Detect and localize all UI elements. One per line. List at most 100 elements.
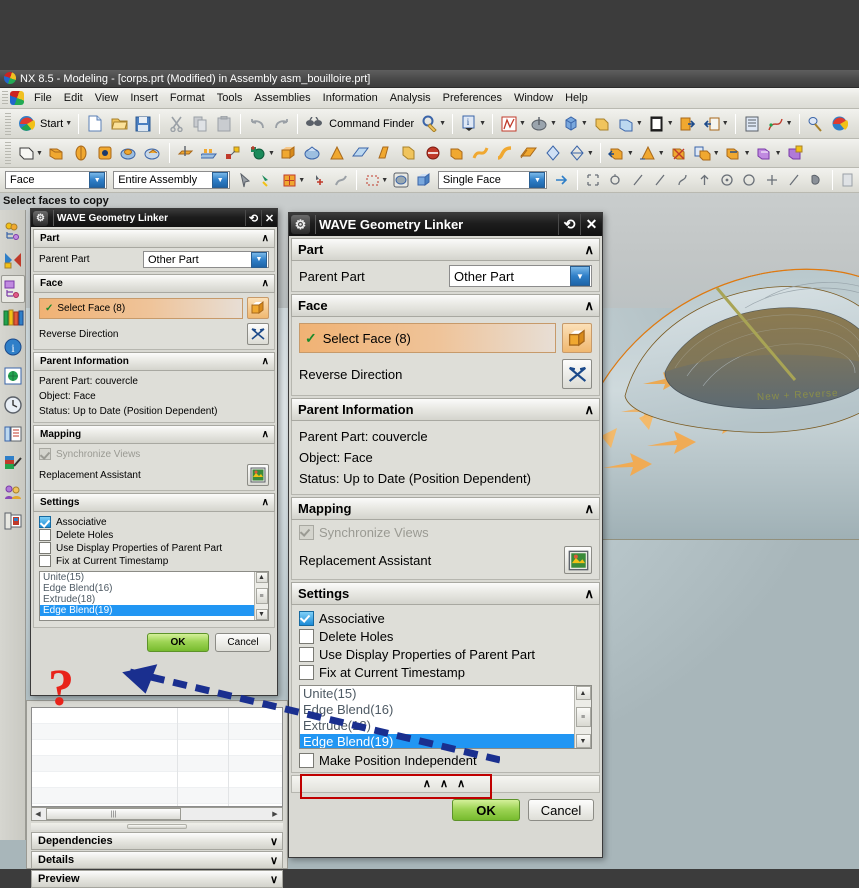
table-row[interactable] bbox=[32, 788, 282, 804]
sketch-plane-icon[interactable] bbox=[15, 142, 37, 164]
wave-geometry-linker-dialog-small[interactable]: ⚙ WAVE Geometry Linker ⟲ ✕ Part ∧ Parent… bbox=[30, 208, 278, 696]
command-finder-icon[interactable] bbox=[303, 113, 325, 135]
shell-icon[interactable] bbox=[591, 113, 613, 135]
trim-body-icon[interactable] bbox=[422, 142, 444, 164]
toolbar-grip[interactable] bbox=[5, 142, 11, 164]
checkbox-row-fix-at-current-timestamp[interactable]: Fix at Current Timestamp bbox=[39, 555, 269, 567]
standard-toolbar[interactable]: Start ▼ Command Finder ▼ i ▼ ▼ ▼ ▼ ▼ ▼ ▼… bbox=[0, 109, 859, 139]
shell-icon-2[interactable] bbox=[398, 142, 420, 164]
menubar-grip[interactable] bbox=[2, 90, 8, 106]
exit-chevron-down-icon[interactable]: ▼ bbox=[722, 120, 729, 127]
sidebar-item-part-navigator[interactable] bbox=[1, 275, 25, 303]
menu-item-insert[interactable]: Insert bbox=[124, 90, 164, 106]
sidebar-item-history[interactable] bbox=[1, 391, 25, 419]
replace-face-icon[interactable] bbox=[723, 142, 745, 164]
datum-chevron-down-icon[interactable]: ▼ bbox=[550, 120, 557, 127]
quick-pick-icon[interactable] bbox=[308, 169, 328, 191]
listbox-scrollbar[interactable]: ▲ ≡ ▼ bbox=[254, 572, 268, 620]
customize-chevron-down-icon[interactable]: ▼ bbox=[439, 120, 446, 127]
menu-item-assemblies[interactable]: Assemblies bbox=[248, 90, 316, 106]
snap-center-icon[interactable] bbox=[717, 169, 737, 191]
menu-item-help[interactable]: Help bbox=[559, 90, 594, 106]
arrow-down-icon[interactable]: ▼ bbox=[255, 609, 268, 620]
chevron-down-icon[interactable]: ▼ bbox=[251, 251, 267, 268]
toolbar-grip[interactable] bbox=[5, 112, 11, 135]
curve-analysis-icon[interactable] bbox=[765, 113, 787, 135]
snap-tool-icon[interactable] bbox=[331, 169, 351, 191]
layer-icon[interactable] bbox=[615, 113, 637, 135]
snap-face-icon[interactable] bbox=[806, 169, 826, 191]
list-item[interactable]: Edge Blend(16) bbox=[40, 583, 268, 594]
sidebar-item-html-help[interactable]: i bbox=[1, 333, 25, 361]
chevron-down-icon[interactable]: ▼ bbox=[658, 150, 665, 157]
reset-icon[interactable]: ⟲ bbox=[558, 214, 580, 235]
resize-blend-icon[interactable] bbox=[637, 142, 659, 164]
chevron-down-icon[interactable]: ▼ bbox=[212, 172, 229, 188]
snap-line2-icon[interactable] bbox=[650, 169, 670, 191]
cut-icon[interactable] bbox=[165, 113, 187, 135]
menu-bar[interactable]: File Edit View Insert Format Tools Assem… bbox=[0, 88, 859, 109]
section-preview[interactable]: Preview ∨ bbox=[31, 870, 283, 888]
menu-item-tools[interactable]: Tools bbox=[211, 90, 249, 106]
chevron-up-icon[interactable]: ∧ bbox=[262, 356, 269, 367]
delete-face-icon[interactable] bbox=[668, 142, 690, 164]
block-icon[interactable] bbox=[278, 142, 300, 164]
chevron-down-icon[interactable]: ▼ bbox=[381, 177, 388, 184]
fix-at-current-timestamp-checkbox[interactable] bbox=[39, 555, 51, 567]
chevron-down-icon[interactable]: ▼ bbox=[627, 150, 634, 157]
chevron-up-icon[interactable]: ∧ bbox=[584, 402, 594, 418]
tube-icon[interactable] bbox=[494, 142, 516, 164]
face-cube-icon[interactable] bbox=[247, 297, 269, 319]
group-header-parent-information[interactable]: Parent Information ∧ bbox=[291, 398, 600, 421]
chevron-down-icon[interactable]: ▼ bbox=[570, 266, 590, 286]
selection-scope-filter[interactable]: Entire Assembly ▼ bbox=[113, 171, 231, 189]
face-cube-icon[interactable] bbox=[562, 323, 592, 353]
lid-model-3d[interactable] bbox=[595, 200, 859, 540]
sidebar-item-internet-explorer[interactable] bbox=[1, 362, 25, 390]
group-header-part[interactable]: Part ∧ bbox=[33, 229, 275, 248]
solid-body-icon[interactable] bbox=[560, 113, 582, 135]
wave-geometry-linker-icon[interactable] bbox=[829, 113, 851, 135]
start-chevron-down-icon[interactable]: ▼ bbox=[65, 120, 72, 127]
boss-icon[interactable] bbox=[118, 142, 140, 164]
enter-part-icon[interactable] bbox=[677, 113, 699, 135]
chevron-down-icon[interactable]: ▼ bbox=[713, 150, 720, 157]
snap-quadrant-icon[interactable] bbox=[694, 169, 714, 191]
chevron-down-icon[interactable]: ▼ bbox=[298, 177, 305, 184]
menu-item-format[interactable]: Format bbox=[164, 90, 211, 106]
replacement-assistant-icon[interactable] bbox=[564, 546, 592, 574]
dialog-title-bar[interactable]: ⚙ WAVE Geometry Linker ⟲ ✕ bbox=[31, 209, 277, 227]
snap-end-icon[interactable] bbox=[583, 169, 603, 191]
reverse-direction-icon[interactable] bbox=[562, 359, 592, 389]
part-navigator-horizontal-scrollbar[interactable]: ◀ ||| ▶ bbox=[31, 807, 283, 821]
chevron-up-icon[interactable]: ∧ bbox=[262, 429, 269, 440]
move-face-icon[interactable] bbox=[606, 142, 628, 164]
revolve-icon[interactable] bbox=[70, 142, 92, 164]
datum-csys-icon[interactable] bbox=[247, 142, 269, 164]
chevron-down-icon[interactable]: ∨ bbox=[270, 873, 278, 886]
arrow-left-icon[interactable]: ◀ bbox=[32, 808, 44, 820]
go-icon[interactable] bbox=[551, 169, 571, 191]
checkbox-row-delete-holes[interactable]: Delete Holes bbox=[299, 629, 592, 644]
group-header-part[interactable]: Part ∧ bbox=[291, 238, 600, 261]
arrow-up-icon[interactable]: ▲ bbox=[575, 686, 591, 700]
exit-part-icon[interactable] bbox=[701, 113, 723, 135]
sidebar-item-reuse-library[interactable] bbox=[1, 304, 25, 332]
dialog-title-bar[interactable]: ⚙ WAVE Geometry Linker ⟲ ✕ bbox=[289, 213, 602, 236]
feature-toolbar[interactable]: ▼ ▼ ▼ ▼ ▼ ▼ ▼ ▼ bbox=[0, 139, 859, 168]
list-item[interactable]: Edge Blend(19) bbox=[40, 605, 268, 616]
open-folder-icon[interactable] bbox=[108, 113, 130, 135]
undo-icon[interactable] bbox=[246, 113, 268, 135]
selection-method-filter[interactable]: Single Face ▼ bbox=[437, 171, 548, 189]
new-file-icon[interactable] bbox=[84, 113, 106, 135]
thicken-icon[interactable] bbox=[518, 142, 540, 164]
copy-face-icon[interactable] bbox=[692, 142, 714, 164]
chevron-up-icon[interactable]: ∧ bbox=[584, 242, 594, 258]
window-chevron-down-icon[interactable]: ▼ bbox=[667, 120, 674, 127]
sidebar-item-process-studio[interactable] bbox=[1, 420, 25, 448]
group-header-mapping[interactable]: Mapping ∧ bbox=[33, 425, 275, 444]
copy-icon[interactable] bbox=[189, 113, 211, 135]
offset-face-icon[interactable] bbox=[446, 142, 468, 164]
redo-icon[interactable] bbox=[270, 113, 292, 135]
draft-icon[interactable] bbox=[374, 142, 396, 164]
